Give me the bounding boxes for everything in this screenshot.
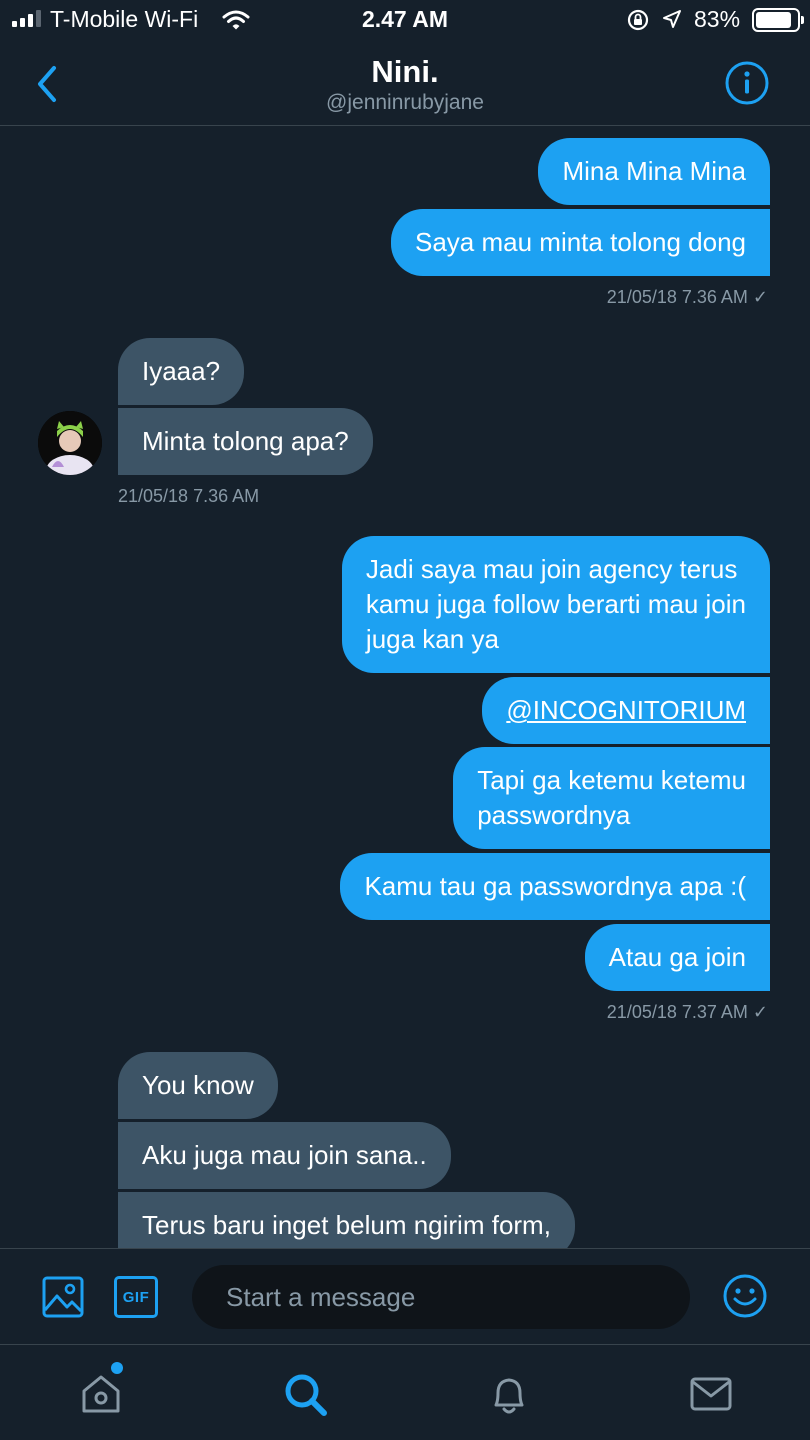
message-text: You know bbox=[142, 1070, 254, 1100]
conversation-header: Nini. @jenninrubyjane bbox=[0, 40, 810, 126]
avatar-image bbox=[38, 411, 102, 475]
message-text: Iyaaa? bbox=[142, 356, 221, 386]
message-bubble-outgoing[interactable]: Kamu tau ga passwordnya apa :( bbox=[340, 853, 770, 920]
message-text-line: kamu juga follow berarti mau join bbox=[365, 589, 746, 619]
rotation-lock-icon bbox=[627, 9, 649, 31]
mention-link[interactable]: @INCOGNITORIUM bbox=[506, 695, 746, 725]
message-bubble-outgoing[interactable]: Mina Mina Mina bbox=[538, 138, 770, 205]
message-text-line: juga kan ya bbox=[365, 624, 499, 654]
notification-dot bbox=[111, 1362, 123, 1374]
status-bar: T-Mobile Wi-Fi 2.47 AM 83% bbox=[0, 0, 810, 40]
message-bubble-incoming[interactable]: Aku juga mau join sana.. bbox=[118, 1122, 451, 1189]
conversation-name: Nini. bbox=[371, 54, 439, 89]
location-arrow-icon bbox=[663, 10, 681, 28]
message-bubble-incoming[interactable]: Minta tolong apa? bbox=[118, 408, 373, 475]
message-bubble-outgoing[interactable]: Saya mau minta tolong dong bbox=[391, 209, 770, 276]
message-timestamp: 21/05/18 7.37 AM ✓ bbox=[606, 1002, 768, 1022]
message-bubble-incoming[interactable]: Terus baru inget belum ngirim form, bbox=[118, 1192, 575, 1248]
emoji-icon[interactable] bbox=[722, 1273, 768, 1319]
clock: 2.47 AM bbox=[361, 6, 449, 32]
message-text: Aku juga mau join sana.. bbox=[142, 1140, 427, 1170]
image-icon[interactable] bbox=[42, 1276, 84, 1318]
message-text: Atau ga join bbox=[608, 942, 746, 972]
avatar[interactable] bbox=[38, 411, 102, 475]
message-text-line: passwordnya bbox=[477, 800, 631, 830]
message-composer: GIF bbox=[0, 1248, 810, 1344]
tab-bar bbox=[0, 1344, 810, 1440]
message-timestamp: 21/05/18 7.36 AM ✓ bbox=[606, 287, 768, 307]
search-icon[interactable] bbox=[282, 1371, 328, 1417]
message-list[interactable]: Mina Mina Mina Saya mau minta tolong don… bbox=[0, 127, 810, 1248]
message-text: Kamu tau ga passwordnya apa :( bbox=[364, 871, 746, 901]
info-icon[interactable] bbox=[724, 60, 770, 106]
battery-percentage: 83% bbox=[694, 6, 741, 32]
notifications-icon[interactable] bbox=[486, 1371, 532, 1417]
messages-icon[interactable] bbox=[688, 1371, 734, 1417]
message-timestamp: 21/05/18 7.36 AM bbox=[118, 486, 260, 506]
message-text-line: Jadi saya mau join agency terus bbox=[365, 554, 738, 584]
message-bubble-outgoing[interactable]: Tapi ga ketemu ketemu passwordnya bbox=[453, 747, 770, 849]
gif-icon[interactable]: GIF bbox=[114, 1276, 158, 1318]
battery-icon bbox=[752, 8, 804, 32]
conversation-handle: @jenninrubyjane bbox=[326, 91, 484, 114]
message-input[interactable] bbox=[192, 1265, 690, 1329]
message-text-line: Tapi ga ketemu ketemu bbox=[477, 765, 746, 795]
message-bubble-incoming[interactable]: Iyaaa? bbox=[118, 338, 245, 405]
message-bubble-outgoing[interactable]: @INCOGNITORIUM bbox=[482, 677, 770, 744]
message-bubble-incoming[interactable]: You know bbox=[118, 1052, 278, 1119]
message-text: Mina Mina Mina bbox=[562, 156, 746, 186]
message-text: Saya mau minta tolong dong bbox=[415, 227, 746, 257]
home-icon[interactable] bbox=[78, 1371, 124, 1417]
message-text: Minta tolong apa? bbox=[142, 426, 349, 456]
message-bubble-outgoing[interactable]: Jadi saya mau join agency terus kamu jug… bbox=[341, 536, 770, 673]
message-text: Terus baru inget belum ngirim form, bbox=[142, 1210, 551, 1240]
message-bubble-outgoing[interactable]: Atau ga join bbox=[584, 924, 770, 991]
